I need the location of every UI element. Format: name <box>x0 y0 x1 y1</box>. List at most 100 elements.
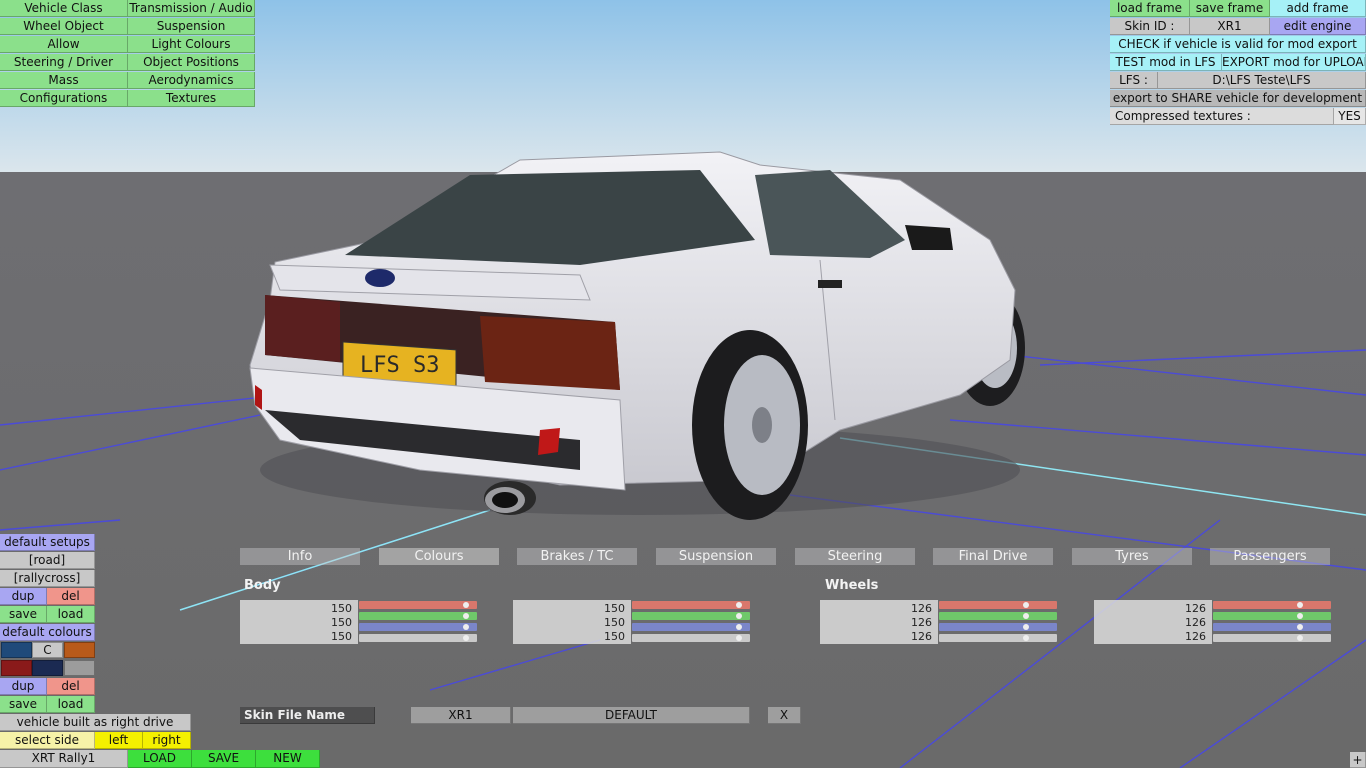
colour-slider-green[interactable] <box>632 612 750 620</box>
side-right-button[interactable]: right <box>143 732 191 749</box>
colour-slider-alpha[interactable] <box>1213 634 1331 642</box>
setup-rallycross[interactable]: [rallycross] <box>0 570 95 587</box>
colour-slider-alpha[interactable] <box>632 634 750 642</box>
skin-id-value[interactable]: XR1 <box>1190 18 1270 35</box>
colour-value-b: 126 <box>1185 630 1206 643</box>
export-share-button[interactable]: export to SHARE vehicle for development <box>1110 90 1366 107</box>
skin-file-name-label: Skin File Name <box>240 707 375 724</box>
vehicle-load-button[interactable]: LOAD <box>128 750 192 768</box>
tab-steering[interactable]: Steering <box>795 548 915 565</box>
tab-tyres[interactable]: Tyres <box>1072 548 1192 565</box>
default-colours-button[interactable]: default colours <box>0 624 95 641</box>
compressed-textures-toggle[interactable]: YES <box>1334 108 1366 125</box>
skin-clear-button[interactable]: X <box>768 707 801 724</box>
save-frame-button[interactable]: save frame <box>1190 0 1270 17</box>
setup-del-button[interactable]: del <box>47 588 95 605</box>
colour-swatch-4[interactable] <box>1 660 32 676</box>
slider-knob[interactable] <box>736 635 742 641</box>
lfs-path-field[interactable]: D:\LFS Teste\LFS <box>1158 72 1366 89</box>
vehicle-save-button[interactable]: SAVE <box>192 750 256 768</box>
colour-del-button[interactable]: del <box>47 678 95 695</box>
colour-slider-blue[interactable] <box>632 623 750 631</box>
slider-knob[interactable] <box>1023 613 1029 619</box>
slider-knob[interactable] <box>736 602 742 608</box>
slider-knob[interactable] <box>1297 613 1303 619</box>
colour-slider-red[interactable] <box>939 601 1057 609</box>
side-left-button[interactable]: left <box>95 732 143 749</box>
menu-light-colours[interactable]: Light Colours <box>128 36 255 53</box>
colour-slider-red[interactable] <box>632 601 750 609</box>
menu-configurations[interactable]: Configurations <box>0 90 128 107</box>
body-section-label: Body <box>244 578 281 593</box>
colour-value-g: 126 <box>1185 616 1206 629</box>
tab-suspension[interactable]: Suspension <box>656 548 776 565</box>
slider-knob[interactable] <box>1023 624 1029 630</box>
tab-passengers[interactable]: Passengers <box>1210 548 1330 565</box>
setup-save-button[interactable]: save <box>0 606 47 623</box>
tab-brakes-tc[interactable]: Brakes / TC <box>517 548 637 565</box>
colour-slider-red[interactable] <box>1213 601 1331 609</box>
colour-dup-button[interactable]: dup <box>0 678 47 695</box>
colour-value-b: 150 <box>331 630 352 643</box>
setup-road[interactable]: [road] <box>0 552 95 569</box>
colour-save-button[interactable]: save <box>0 696 47 713</box>
menu-transmission-audio[interactable]: Transmission / Audio <box>128 0 255 17</box>
slider-knob[interactable] <box>463 624 469 630</box>
colour-load-button[interactable]: load <box>47 696 95 713</box>
setup-dup-button[interactable]: dup <box>0 588 47 605</box>
vehicle-name-field[interactable]: XRT Rally1 <box>0 750 128 768</box>
menu-vehicle-class[interactable]: Vehicle Class <box>0 0 128 17</box>
slider-knob[interactable] <box>736 613 742 619</box>
slider-knob[interactable] <box>463 602 469 608</box>
test-mod-button[interactable]: TEST mod in LFS <box>1110 54 1222 71</box>
menu-suspension[interactable]: Suspension <box>128 18 255 35</box>
tab-colours[interactable]: Colours <box>379 548 499 565</box>
colour-slider-green[interactable] <box>359 612 477 620</box>
menu-steering-driver[interactable]: Steering / Driver <box>0 54 128 71</box>
colour-swatch-3[interactable] <box>64 642 95 658</box>
colour-slider-alpha[interactable] <box>939 634 1057 642</box>
slider-knob[interactable] <box>1297 624 1303 630</box>
skin-id-label: Skin ID : <box>1110 18 1190 35</box>
colour-swatch-1[interactable] <box>1 642 32 658</box>
colour-slider-blue[interactable] <box>359 623 477 631</box>
vehicle-new-button[interactable]: NEW <box>256 750 320 768</box>
slider-knob[interactable] <box>1297 602 1303 608</box>
select-side-label: select side <box>0 732 95 749</box>
menu-allow[interactable]: Allow <box>0 36 128 53</box>
tab-info[interactable]: Info <box>240 548 360 565</box>
setup-load-button[interactable]: load <box>47 606 95 623</box>
colour-slider-red[interactable] <box>359 601 477 609</box>
colour-swatch-6[interactable] <box>64 660 95 676</box>
right-drive-toggle[interactable]: vehicle built as right drive <box>0 714 191 731</box>
slider-knob[interactable] <box>463 613 469 619</box>
load-frame-button[interactable]: load frame <box>1110 0 1190 17</box>
menu-aerodynamics[interactable]: Aerodynamics <box>128 72 255 89</box>
menu-textures[interactable]: Textures <box>128 90 255 107</box>
colour-swatch-5[interactable] <box>32 660 63 676</box>
slider-knob[interactable] <box>463 635 469 641</box>
slider-knob[interactable] <box>1023 602 1029 608</box>
slider-knob[interactable] <box>736 624 742 630</box>
colour-swatch-c[interactable]: C <box>32 642 63 658</box>
edit-engine-button[interactable]: edit engine <box>1270 18 1366 35</box>
slider-knob[interactable] <box>1297 635 1303 641</box>
expand-plus-button[interactable]: + <box>1350 752 1366 768</box>
wheels-section-label: Wheels <box>825 578 879 593</box>
skin-file-field[interactable]: DEFAULT <box>513 707 750 724</box>
tab-final-drive[interactable]: Final Drive <box>933 548 1053 565</box>
check-valid-button[interactable]: CHECK if vehicle is valid for mod export <box>1110 36 1366 53</box>
export-mod-button[interactable]: EXPORT mod for UPLOAD <box>1222 54 1366 71</box>
colour-slider-green[interactable] <box>939 612 1057 620</box>
menu-object-positions[interactable]: Object Positions <box>128 54 255 71</box>
slider-knob[interactable] <box>1023 635 1029 641</box>
skin-name-field[interactable]: XR1 <box>411 707 511 724</box>
colour-slider-blue[interactable] <box>1213 623 1331 631</box>
default-setups-button[interactable]: default setups <box>0 534 95 551</box>
colour-slider-green[interactable] <box>1213 612 1331 620</box>
add-frame-button[interactable]: add frame <box>1270 0 1366 17</box>
menu-mass[interactable]: Mass <box>0 72 128 89</box>
colour-slider-alpha[interactable] <box>359 634 477 642</box>
menu-wheel-object[interactable]: Wheel Object <box>0 18 128 35</box>
colour-slider-blue[interactable] <box>939 623 1057 631</box>
